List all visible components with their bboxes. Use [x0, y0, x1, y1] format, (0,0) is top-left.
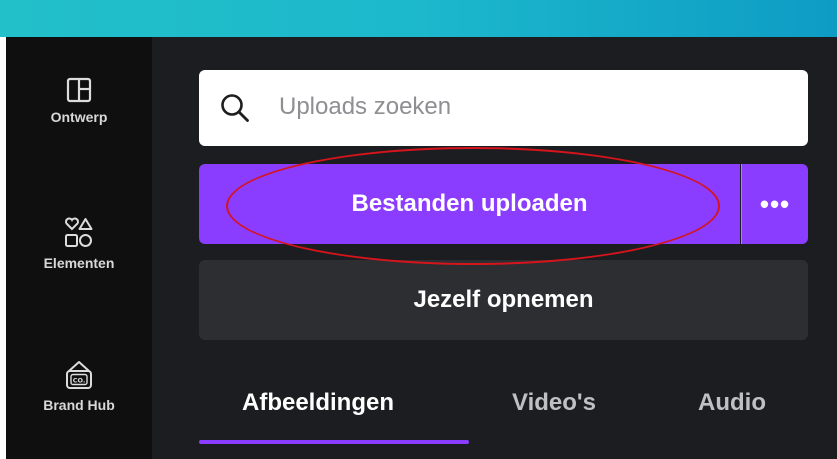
uploads-panel: Uploads zoeken Bestanden uploaden ••• Je…: [152, 37, 837, 459]
search-input[interactable]: Uploads zoeken: [199, 70, 808, 146]
tab-audio[interactable]: Audio: [698, 389, 766, 417]
active-tab-indicator: [199, 440, 469, 444]
more-options-button[interactable]: •••: [741, 164, 808, 244]
sidebar: Ontwerp Elementen CO. Brand Hub: [6, 37, 152, 459]
tab-videos[interactable]: Video's: [512, 389, 596, 417]
sidebar-item-ontwerp[interactable]: Ontwerp: [6, 77, 152, 125]
svg-text:CO.: CO.: [73, 377, 86, 385]
sidebar-item-elementen[interactable]: Elementen: [6, 217, 152, 271]
layout-icon: [66, 77, 92, 103]
top-bar: [0, 0, 837, 37]
sidebar-item-label: Ontwerp: [50, 109, 108, 125]
record-yourself-button[interactable]: Jezelf opnemen: [199, 260, 808, 340]
search-icon: [221, 94, 249, 122]
sidebar-item-brand-hub[interactable]: CO. Brand Hub: [6, 359, 152, 413]
tab-afbeeldingen[interactable]: Afbeeldingen: [242, 389, 394, 417]
upload-files-button[interactable]: Bestanden uploaden: [199, 164, 740, 244]
sidebar-item-label: Elementen: [43, 255, 115, 271]
search-placeholder: Uploads zoeken: [279, 93, 452, 120]
sidebar-item-label: Brand Hub: [43, 397, 115, 413]
shapes-icon: [65, 217, 93, 247]
brand-hub-icon: CO.: [66, 361, 92, 389]
